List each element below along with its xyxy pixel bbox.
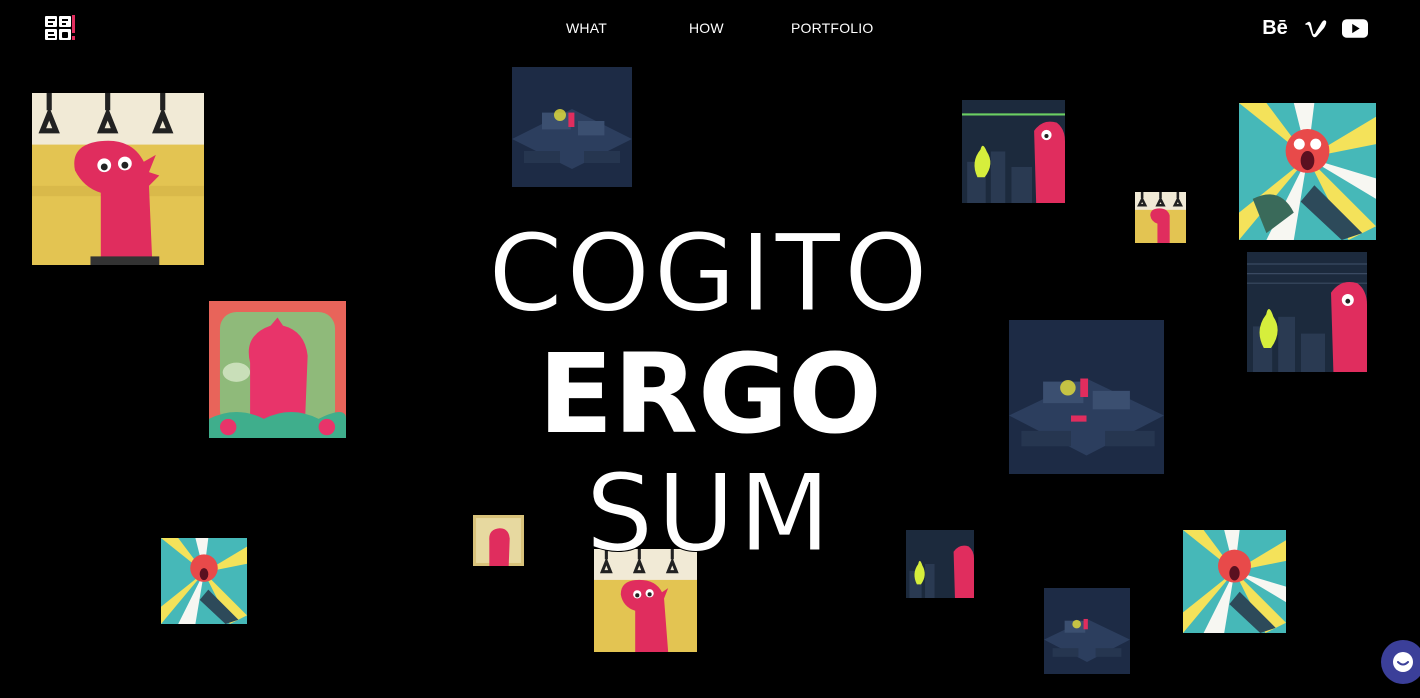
youtube-link[interactable] [1341,16,1369,40]
hero-line-3-text: SUM [585,452,835,576]
hero-line-1-text: COGITO [488,212,932,336]
hero-line-sum: SUM [0,452,1420,576]
office-night-image [512,67,632,187]
city-ghost-image [962,100,1065,203]
portfolio-thumb-city-ghost[interactable] [962,100,1065,203]
portfolio-thumb-office-night-3[interactable] [1044,588,1130,674]
nav-item-portfolio[interactable]: PORTFOLIO [791,20,873,36]
hero-line-cogito: COGITO [0,212,1420,336]
behance-link[interactable]: Bē [1260,16,1290,40]
main-nav: WHAT HOW PORTFOLIO [0,20,1420,40]
youtube-icon [1342,18,1368,38]
chat-button[interactable] [1381,640,1420,684]
hero-line-ergo: ERGO [0,330,1420,458]
portfolio-thumb-office-night[interactable] [512,67,632,187]
nav-item-how[interactable]: HOW [689,20,724,36]
hero-line-2-text: ERGO [538,330,882,458]
behance-icon: Bē [1262,16,1288,39]
chat-icon [1393,652,1413,672]
office-night-image [1044,588,1130,674]
nav-item-what[interactable]: WHAT [566,20,607,36]
vimeo-link[interactable] [1302,16,1330,40]
vimeo-icon [1305,20,1327,38]
